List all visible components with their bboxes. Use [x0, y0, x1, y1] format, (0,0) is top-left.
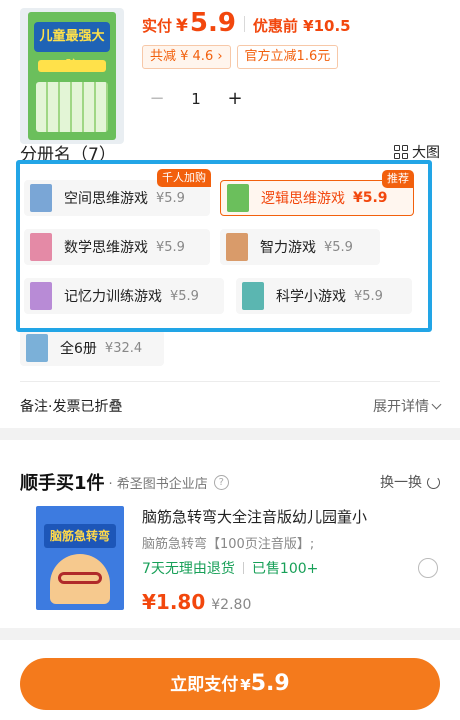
recommend-product-name[interactable]: 脑筋急转弯大全注音版幼儿园童小: [142, 506, 367, 527]
product-cover-title: 儿童最强大脑: [34, 22, 110, 74]
volume-thumb: [30, 282, 52, 310]
price-row: 实付 ¥ 5.9 优惠前 ¥10.5: [142, 8, 351, 40]
volume-option-memory[interactable]: 记忆力训练游戏 ¥5.9: [24, 278, 224, 314]
volume-title: 分册名（7）: [20, 145, 116, 165]
volume-name: 全6册: [60, 341, 97, 357]
discount-badge[interactable]: 共减 ¥ 4.6 ›: [142, 45, 231, 69]
volume-price: ¥32.4: [104, 340, 143, 356]
volume-price: ¥5.9: [353, 190, 388, 206]
volume-option-full-set[interactable]: 全6册 ¥32.4: [20, 330, 164, 366]
return-policy-badge: 7天无理由退货: [142, 561, 235, 577]
recommend-price-row: ¥1.80 ¥2.80: [142, 590, 251, 614]
sold-count-badge: 已售100+: [251, 561, 319, 577]
recommend-select-radio[interactable]: [418, 558, 438, 578]
big-view-label: 大图: [412, 145, 440, 161]
volume-price: ¥5.9: [156, 190, 185, 206]
swap-button[interactable]: 换一换: [380, 472, 440, 492]
volume-price: ¥5.9: [354, 288, 383, 304]
product-cover-band: [38, 60, 106, 72]
volume-name: 逻辑思维游戏: [261, 191, 345, 207]
volume-name: 数学思维游戏: [64, 240, 148, 256]
pay-currency: ¥: [176, 16, 188, 36]
product-cover-grid: [36, 82, 108, 132]
remark-label: 备注·发票已折叠: [20, 399, 123, 415]
recommend-title: 顺手买1件: [20, 473, 105, 494]
volume-thumb: [227, 184, 249, 212]
divider: [20, 381, 440, 382]
recommend-header: 顺手买1件 · 希圣图书企业店 ? 换一换: [20, 470, 440, 494]
product-cover: 儿童最强大脑: [28, 12, 116, 140]
volume-name: 科学小游戏: [276, 289, 346, 305]
order-card: 儿童最强大脑 实付 ¥ 5.9 优惠前 ¥10.5 共减 ¥ 4.6 › 官方立…: [0, 0, 460, 428]
promo-row: 共减 ¥ 4.6 › 官方立减1.6元: [142, 45, 339, 69]
price-divider: [243, 16, 245, 32]
volume-option-logic[interactable]: 逻辑思维游戏 ¥5.9 推荐: [220, 170, 414, 216]
volume-price: ¥5.9: [170, 288, 199, 304]
book-cover-glasses: [58, 572, 102, 584]
shop-name: · 希圣图书企业店: [108, 476, 208, 492]
volume-name: 智力游戏: [260, 240, 316, 256]
recommended-tag: 推荐: [382, 170, 414, 188]
volume-option-math[interactable]: 数学思维游戏 ¥5.9: [24, 229, 210, 265]
big-view-toggle[interactable]: 大图: [394, 142, 440, 162]
official-discount-badge: 官方立减1.6元: [236, 45, 339, 69]
help-icon[interactable]: ?: [213, 474, 229, 490]
badge-divider: [242, 562, 244, 574]
minus-button[interactable]: −: [142, 84, 172, 114]
volume-header: 分册名（7） 大图: [20, 140, 440, 165]
pay-now-currency: ¥: [240, 676, 251, 694]
volume-name: 记忆力训练游戏: [64, 289, 162, 305]
book-cover-title: 脑筋急转弯: [44, 524, 116, 548]
pay-amount: 5.9: [189, 8, 236, 38]
popular-tag: 千人加购: [157, 169, 211, 187]
volume-thumb: [226, 233, 248, 261]
volume-price: ¥5.9: [324, 239, 353, 255]
original-price: 优惠前 ¥10.5: [252, 17, 351, 35]
plus-button[interactable]: +: [220, 84, 250, 114]
chevron-down-icon: [431, 399, 442, 409]
volume-option-intelligence[interactable]: 智力游戏 ¥5.9: [220, 229, 380, 265]
volume-thumb: [26, 334, 48, 362]
recommend-price: ¥1.80: [142, 590, 206, 614]
remark-row[interactable]: 备注·发票已折叠 展开详情: [20, 392, 442, 416]
pay-now-amount: 5.9: [250, 671, 290, 696]
quantity-value[interactable]: 1: [172, 90, 220, 108]
recommend-original-price: ¥2.80: [211, 597, 252, 613]
volume-option-spatial[interactable]: 空间思维游戏 ¥5.9 千人加购: [24, 169, 211, 216]
grid-icon: [394, 145, 408, 159]
swap-label: 换一换: [380, 475, 422, 491]
pay-now-button[interactable]: 立即支付 ¥ 5.9: [20, 658, 440, 710]
volume-option-science[interactable]: 科学小游戏 ¥5.9: [236, 278, 412, 314]
volume-thumb: [30, 233, 52, 261]
pay-now-label: 立即支付: [170, 675, 239, 695]
refresh-icon: [427, 475, 440, 489]
volume-name: 空间思维游戏: [64, 191, 148, 207]
expand-label: 展开详情: [373, 399, 429, 415]
volume-thumb: [30, 184, 52, 212]
recommend-badges: 7天无理由退货 已售100+: [142, 558, 318, 578]
pay-label: 实付: [142, 17, 173, 35]
quantity-stepper: − 1 +: [142, 84, 250, 114]
expand-details-button[interactable]: 展开详情: [373, 396, 442, 416]
recommend-product-spec[interactable]: 脑筋急转弯【100页注音版】;: [142, 533, 314, 552]
volume-price: ¥5.9: [156, 239, 185, 255]
recommend-product-image[interactable]: 脑筋急转弯: [36, 506, 124, 610]
volume-thumb: [242, 282, 264, 310]
product-thumbnail[interactable]: 儿童最强大脑: [20, 8, 124, 144]
